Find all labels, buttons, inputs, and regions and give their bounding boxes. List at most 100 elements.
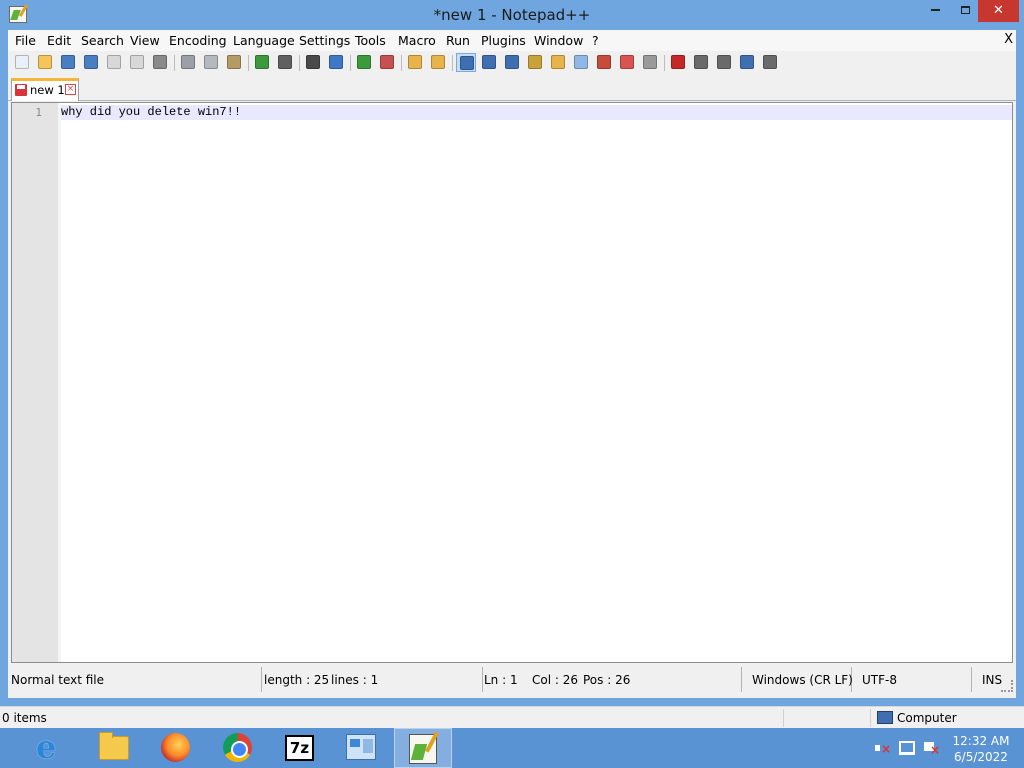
menu-settings[interactable]: Settings <box>299 33 350 48</box>
taskbar-control-panel[interactable] <box>332 728 388 768</box>
redo-button[interactable] <box>275 53 295 72</box>
user-language-button[interactable] <box>525 53 545 72</box>
title-bar[interactable]: *new 1 - Notepad++ ✕ <box>0 0 1024 30</box>
taskbar-chrome[interactable] <box>209 728 265 768</box>
taskbar-firefox[interactable] <box>147 728 203 768</box>
menu-help[interactable]: ? <box>592 33 599 48</box>
close-icon <box>107 55 121 69</box>
text-editor[interactable]: 1 why did you delete win7!! <box>11 102 1013 663</box>
menu-bar: File Edit Search View Encoding Language … <box>8 30 1016 51</box>
status-lines: lines : 1 <box>331 673 379 687</box>
menu-macro[interactable]: Macro <box>398 33 436 48</box>
document-map-button[interactable] <box>548 53 568 72</box>
line-number-gutter: 1 <box>12 103 58 662</box>
unsaved-file-icon <box>15 84 27 96</box>
menu-encoding[interactable]: Encoding <box>169 33 227 48</box>
status-encoding-cell[interactable]: UTF-8 <box>852 667 972 692</box>
code-line[interactable]: why did you delete win7!! <box>61 105 241 120</box>
sync-vertical-button[interactable] <box>405 53 425 72</box>
monitoring-button[interactable] <box>640 53 660 72</box>
status-eol-cell[interactable]: Windows (CR LF) <box>742 667 853 692</box>
save-all-icon <box>84 55 98 69</box>
explorer-location: Computer <box>897 711 957 725</box>
status-ln: Ln : 1 <box>484 673 518 687</box>
status-bar: Normal text file length : 25 lines : 1 L… <box>11 667 1013 692</box>
document-list-button[interactable] <box>571 53 591 72</box>
close-tab-icon[interactable]: × <box>65 84 76 95</box>
minimize-button[interactable] <box>918 0 952 22</box>
save-macro-icon <box>763 55 777 69</box>
indent-guide-button[interactable] <box>502 53 522 72</box>
zoom-in-button[interactable] <box>354 53 374 72</box>
status-col: Col : 26 <box>532 673 578 687</box>
menu-plugins[interactable]: Plugins <box>481 33 526 48</box>
taskbar-7zip[interactable]: 7z <box>270 728 326 768</box>
speaker-muted-icon[interactable] <box>874 741 891 755</box>
system-clock[interactable]: 12:32 AM 6/5/2022 <box>946 733 1016 765</box>
paste-icon <box>227 55 241 69</box>
menu-run[interactable]: Run <box>446 33 470 48</box>
zoom-out-button[interactable] <box>377 53 397 72</box>
close-button[interactable] <box>104 53 124 72</box>
copy-button[interactable] <box>201 53 221 72</box>
status-length: length : 25 <box>264 673 330 687</box>
sync-vertical-icon <box>408 55 422 69</box>
open-file-icon <box>38 55 52 69</box>
clock-date: 6/5/2022 <box>954 750 1008 764</box>
taskbar-internet-explorer[interactable]: e <box>22 728 78 768</box>
find-button[interactable] <box>303 53 323 72</box>
close-document-button[interactable]: X <box>1004 32 1013 47</box>
stop-recording-button[interactable] <box>691 53 711 72</box>
zoom-out-icon <box>380 55 394 69</box>
menu-tools[interactable]: Tools <box>355 33 386 48</box>
tab-new-1[interactable]: new 1 × <box>11 78 79 101</box>
paste-button[interactable] <box>224 53 244 72</box>
playback-macro-button[interactable] <box>714 53 734 72</box>
maximize-button[interactable] <box>952 0 978 22</box>
menu-search[interactable]: Search <box>81 33 124 48</box>
firefox-icon <box>161 733 190 762</box>
new-file-icon <box>15 55 29 69</box>
word-wrap-button[interactable] <box>456 53 476 72</box>
close-icon: ✕ <box>993 3 1004 18</box>
save-macro-button[interactable] <box>760 53 780 72</box>
save-button[interactable] <box>58 53 78 72</box>
status-length-cell: length : 25 lines : 1 <box>262 667 483 692</box>
sync-horizontal-icon <box>431 55 445 69</box>
run-macro-multiple-icon <box>740 55 754 69</box>
sync-horizontal-button[interactable] <box>428 53 448 72</box>
menu-window[interactable]: Window <box>534 33 583 48</box>
clock-time: 12:32 AM <box>952 734 1010 748</box>
resize-grip[interactable] <box>1001 680 1013 692</box>
run-macro-multiple-button[interactable] <box>737 53 757 72</box>
show-all-characters-button[interactable] <box>479 53 499 72</box>
menu-file[interactable]: File <box>15 33 36 48</box>
file-explorer-icon <box>99 732 129 760</box>
fold-margin[interactable] <box>58 103 61 662</box>
cut-button[interactable] <box>178 53 198 72</box>
new-file-button[interactable] <box>12 53 32 72</box>
action-center-icon[interactable] <box>923 741 940 756</box>
menu-view[interactable]: View <box>130 33 160 48</box>
print-button[interactable] <box>150 53 170 72</box>
network-icon[interactable] <box>899 741 915 755</box>
window-client-area: File Edit Search View Encoding Language … <box>8 30 1016 698</box>
function-list-icon <box>597 55 611 69</box>
menu-language[interactable]: Language <box>233 33 295 48</box>
chrome-icon <box>223 733 252 762</box>
taskbar-file-explorer[interactable] <box>85 728 141 768</box>
copy-icon <box>204 55 218 69</box>
toolbar-separator <box>350 55 351 71</box>
replace-button[interactable] <box>326 53 346 72</box>
close-all-button[interactable] <box>127 53 147 72</box>
folder-workspace-button[interactable] <box>617 53 637 72</box>
open-file-button[interactable] <box>35 53 55 72</box>
menu-edit[interactable]: Edit <box>47 33 71 48</box>
close-window-button[interactable]: ✕ <box>978 0 1019 22</box>
record-macro-button[interactable] <box>668 53 688 72</box>
function-list-button[interactable] <box>594 53 614 72</box>
undo-button[interactable] <box>252 53 272 72</box>
save-all-button[interactable] <box>81 53 101 72</box>
explorer-status-bar: 0 items Computer <box>0 706 1024 728</box>
taskbar-notepadpp[interactable] <box>394 728 452 768</box>
